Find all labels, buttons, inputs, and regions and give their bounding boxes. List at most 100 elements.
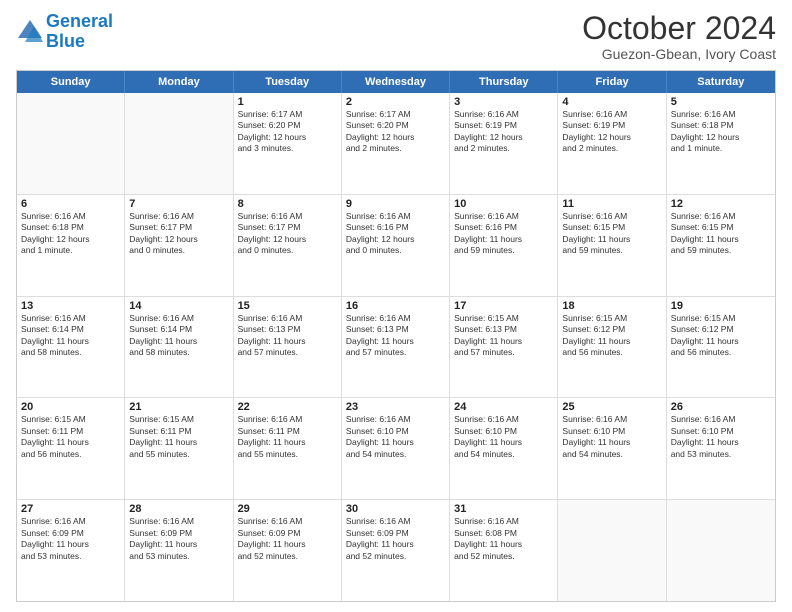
calendar-body: 1Sunrise: 6:17 AM Sunset: 6:20 PM Daylig… xyxy=(17,93,775,601)
cell-text: Sunrise: 6:15 AM Sunset: 6:13 PM Dayligh… xyxy=(454,313,553,359)
calendar-cell: 1Sunrise: 6:17 AM Sunset: 6:20 PM Daylig… xyxy=(234,93,342,194)
day-number: 29 xyxy=(238,503,337,515)
calendar-cell: 29Sunrise: 6:16 AM Sunset: 6:09 PM Dayli… xyxy=(234,500,342,601)
day-number: 30 xyxy=(346,503,445,515)
cell-text: Sunrise: 6:16 AM Sunset: 6:10 PM Dayligh… xyxy=(562,414,661,460)
calendar-cell: 31Sunrise: 6:16 AM Sunset: 6:08 PM Dayli… xyxy=(450,500,558,601)
cell-text: Sunrise: 6:16 AM Sunset: 6:13 PM Dayligh… xyxy=(346,313,445,359)
day-number: 28 xyxy=(129,503,228,515)
weekday-header-tuesday: Tuesday xyxy=(234,71,342,93)
cell-text: Sunrise: 6:16 AM Sunset: 6:10 PM Dayligh… xyxy=(454,414,553,460)
day-number: 8 xyxy=(238,198,337,210)
day-number: 20 xyxy=(21,401,120,413)
cell-text: Sunrise: 6:15 AM Sunset: 6:11 PM Dayligh… xyxy=(21,414,120,460)
calendar-row-1: 6Sunrise: 6:16 AM Sunset: 6:18 PM Daylig… xyxy=(17,194,775,296)
calendar-cell: 30Sunrise: 6:16 AM Sunset: 6:09 PM Dayli… xyxy=(342,500,450,601)
cell-text: Sunrise: 6:16 AM Sunset: 6:10 PM Dayligh… xyxy=(671,414,771,460)
day-number: 2 xyxy=(346,96,445,108)
month-title: October 2024 xyxy=(582,12,776,44)
cell-text: Sunrise: 6:16 AM Sunset: 6:17 PM Dayligh… xyxy=(238,211,337,257)
weekday-header-saturday: Saturday xyxy=(667,71,775,93)
day-number: 15 xyxy=(238,300,337,312)
calendar-cell: 6Sunrise: 6:16 AM Sunset: 6:18 PM Daylig… xyxy=(17,195,125,296)
cell-text: Sunrise: 6:15 AM Sunset: 6:11 PM Dayligh… xyxy=(129,414,228,460)
weekday-header-monday: Monday xyxy=(125,71,233,93)
day-number: 1 xyxy=(238,96,337,108)
calendar-cell: 17Sunrise: 6:15 AM Sunset: 6:13 PM Dayli… xyxy=(450,297,558,398)
day-number: 9 xyxy=(346,198,445,210)
calendar-cell: 9Sunrise: 6:16 AM Sunset: 6:16 PM Daylig… xyxy=(342,195,450,296)
logo-icon xyxy=(16,18,44,46)
calendar-cell: 21Sunrise: 6:15 AM Sunset: 6:11 PM Dayli… xyxy=(125,398,233,499)
logo-line1: General xyxy=(46,11,113,31)
location: Guezon-Gbean, Ivory Coast xyxy=(582,46,776,62)
day-number: 17 xyxy=(454,300,553,312)
calendar-cell: 4Sunrise: 6:16 AM Sunset: 6:19 PM Daylig… xyxy=(558,93,666,194)
day-number: 19 xyxy=(671,300,771,312)
calendar-cell: 14Sunrise: 6:16 AM Sunset: 6:14 PM Dayli… xyxy=(125,297,233,398)
header-right: October 2024 Guezon-Gbean, Ivory Coast xyxy=(582,12,776,62)
day-number: 11 xyxy=(562,198,661,210)
cell-text: Sunrise: 6:16 AM Sunset: 6:15 PM Dayligh… xyxy=(562,211,661,257)
day-number: 14 xyxy=(129,300,228,312)
logo-line2: Blue xyxy=(46,31,85,51)
day-number: 31 xyxy=(454,503,553,515)
day-number: 10 xyxy=(454,198,553,210)
day-number: 13 xyxy=(21,300,120,312)
cell-text: Sunrise: 6:16 AM Sunset: 6:14 PM Dayligh… xyxy=(129,313,228,359)
cell-text: Sunrise: 6:16 AM Sunset: 6:14 PM Dayligh… xyxy=(21,313,120,359)
day-number: 12 xyxy=(671,198,771,210)
cell-text: Sunrise: 6:16 AM Sunset: 6:11 PM Dayligh… xyxy=(238,414,337,460)
day-number: 4 xyxy=(562,96,661,108)
calendar-cell: 26Sunrise: 6:16 AM Sunset: 6:10 PM Dayli… xyxy=(667,398,775,499)
day-number: 25 xyxy=(562,401,661,413)
cell-text: Sunrise: 6:16 AM Sunset: 6:16 PM Dayligh… xyxy=(346,211,445,257)
cell-text: Sunrise: 6:16 AM Sunset: 6:19 PM Dayligh… xyxy=(454,109,553,155)
day-number: 16 xyxy=(346,300,445,312)
logo: General Blue xyxy=(16,12,113,52)
cell-text: Sunrise: 6:16 AM Sunset: 6:19 PM Dayligh… xyxy=(562,109,661,155)
day-number: 22 xyxy=(238,401,337,413)
cell-text: Sunrise: 6:16 AM Sunset: 6:13 PM Dayligh… xyxy=(238,313,337,359)
cell-text: Sunrise: 6:16 AM Sunset: 6:17 PM Dayligh… xyxy=(129,211,228,257)
day-number: 23 xyxy=(346,401,445,413)
calendar-cell xyxy=(558,500,666,601)
weekday-header-friday: Friday xyxy=(558,71,666,93)
calendar-cell: 15Sunrise: 6:16 AM Sunset: 6:13 PM Dayli… xyxy=(234,297,342,398)
calendar-cell xyxy=(667,500,775,601)
calendar-header: SundayMondayTuesdayWednesdayThursdayFrid… xyxy=(17,71,775,93)
day-number: 7 xyxy=(129,198,228,210)
cell-text: Sunrise: 6:17 AM Sunset: 6:20 PM Dayligh… xyxy=(238,109,337,155)
calendar-cell: 27Sunrise: 6:16 AM Sunset: 6:09 PM Dayli… xyxy=(17,500,125,601)
calendar-row-2: 13Sunrise: 6:16 AM Sunset: 6:14 PM Dayli… xyxy=(17,296,775,398)
day-number: 21 xyxy=(129,401,228,413)
calendar-cell: 2Sunrise: 6:17 AM Sunset: 6:20 PM Daylig… xyxy=(342,93,450,194)
calendar-cell: 23Sunrise: 6:16 AM Sunset: 6:10 PM Dayli… xyxy=(342,398,450,499)
day-number: 24 xyxy=(454,401,553,413)
cell-text: Sunrise: 6:16 AM Sunset: 6:08 PM Dayligh… xyxy=(454,516,553,562)
weekday-header-thursday: Thursday xyxy=(450,71,558,93)
calendar-row-0: 1Sunrise: 6:17 AM Sunset: 6:20 PM Daylig… xyxy=(17,93,775,194)
cell-text: Sunrise: 6:15 AM Sunset: 6:12 PM Dayligh… xyxy=(562,313,661,359)
weekday-header-sunday: Sunday xyxy=(17,71,125,93)
calendar-cell: 5Sunrise: 6:16 AM Sunset: 6:18 PM Daylig… xyxy=(667,93,775,194)
calendar-cell: 24Sunrise: 6:16 AM Sunset: 6:10 PM Dayli… xyxy=(450,398,558,499)
cell-text: Sunrise: 6:16 AM Sunset: 6:15 PM Dayligh… xyxy=(671,211,771,257)
calendar-cell: 20Sunrise: 6:15 AM Sunset: 6:11 PM Dayli… xyxy=(17,398,125,499)
calendar-cell: 8Sunrise: 6:16 AM Sunset: 6:17 PM Daylig… xyxy=(234,195,342,296)
cell-text: Sunrise: 6:16 AM Sunset: 6:16 PM Dayligh… xyxy=(454,211,553,257)
weekday-header-wednesday: Wednesday xyxy=(342,71,450,93)
calendar-cell: 10Sunrise: 6:16 AM Sunset: 6:16 PM Dayli… xyxy=(450,195,558,296)
calendar-cell: 11Sunrise: 6:16 AM Sunset: 6:15 PM Dayli… xyxy=(558,195,666,296)
day-number: 6 xyxy=(21,198,120,210)
day-number: 18 xyxy=(562,300,661,312)
cell-text: Sunrise: 6:16 AM Sunset: 6:18 PM Dayligh… xyxy=(21,211,120,257)
cell-text: Sunrise: 6:15 AM Sunset: 6:12 PM Dayligh… xyxy=(671,313,771,359)
cell-text: Sunrise: 6:16 AM Sunset: 6:09 PM Dayligh… xyxy=(21,516,120,562)
cell-text: Sunrise: 6:16 AM Sunset: 6:09 PM Dayligh… xyxy=(129,516,228,562)
calendar-cell: 22Sunrise: 6:16 AM Sunset: 6:11 PM Dayli… xyxy=(234,398,342,499)
header: General Blue October 2024 Guezon-Gbean, … xyxy=(16,12,776,62)
calendar-cell: 16Sunrise: 6:16 AM Sunset: 6:13 PM Dayli… xyxy=(342,297,450,398)
cell-text: Sunrise: 6:17 AM Sunset: 6:20 PM Dayligh… xyxy=(346,109,445,155)
calendar-cell: 28Sunrise: 6:16 AM Sunset: 6:09 PM Dayli… xyxy=(125,500,233,601)
